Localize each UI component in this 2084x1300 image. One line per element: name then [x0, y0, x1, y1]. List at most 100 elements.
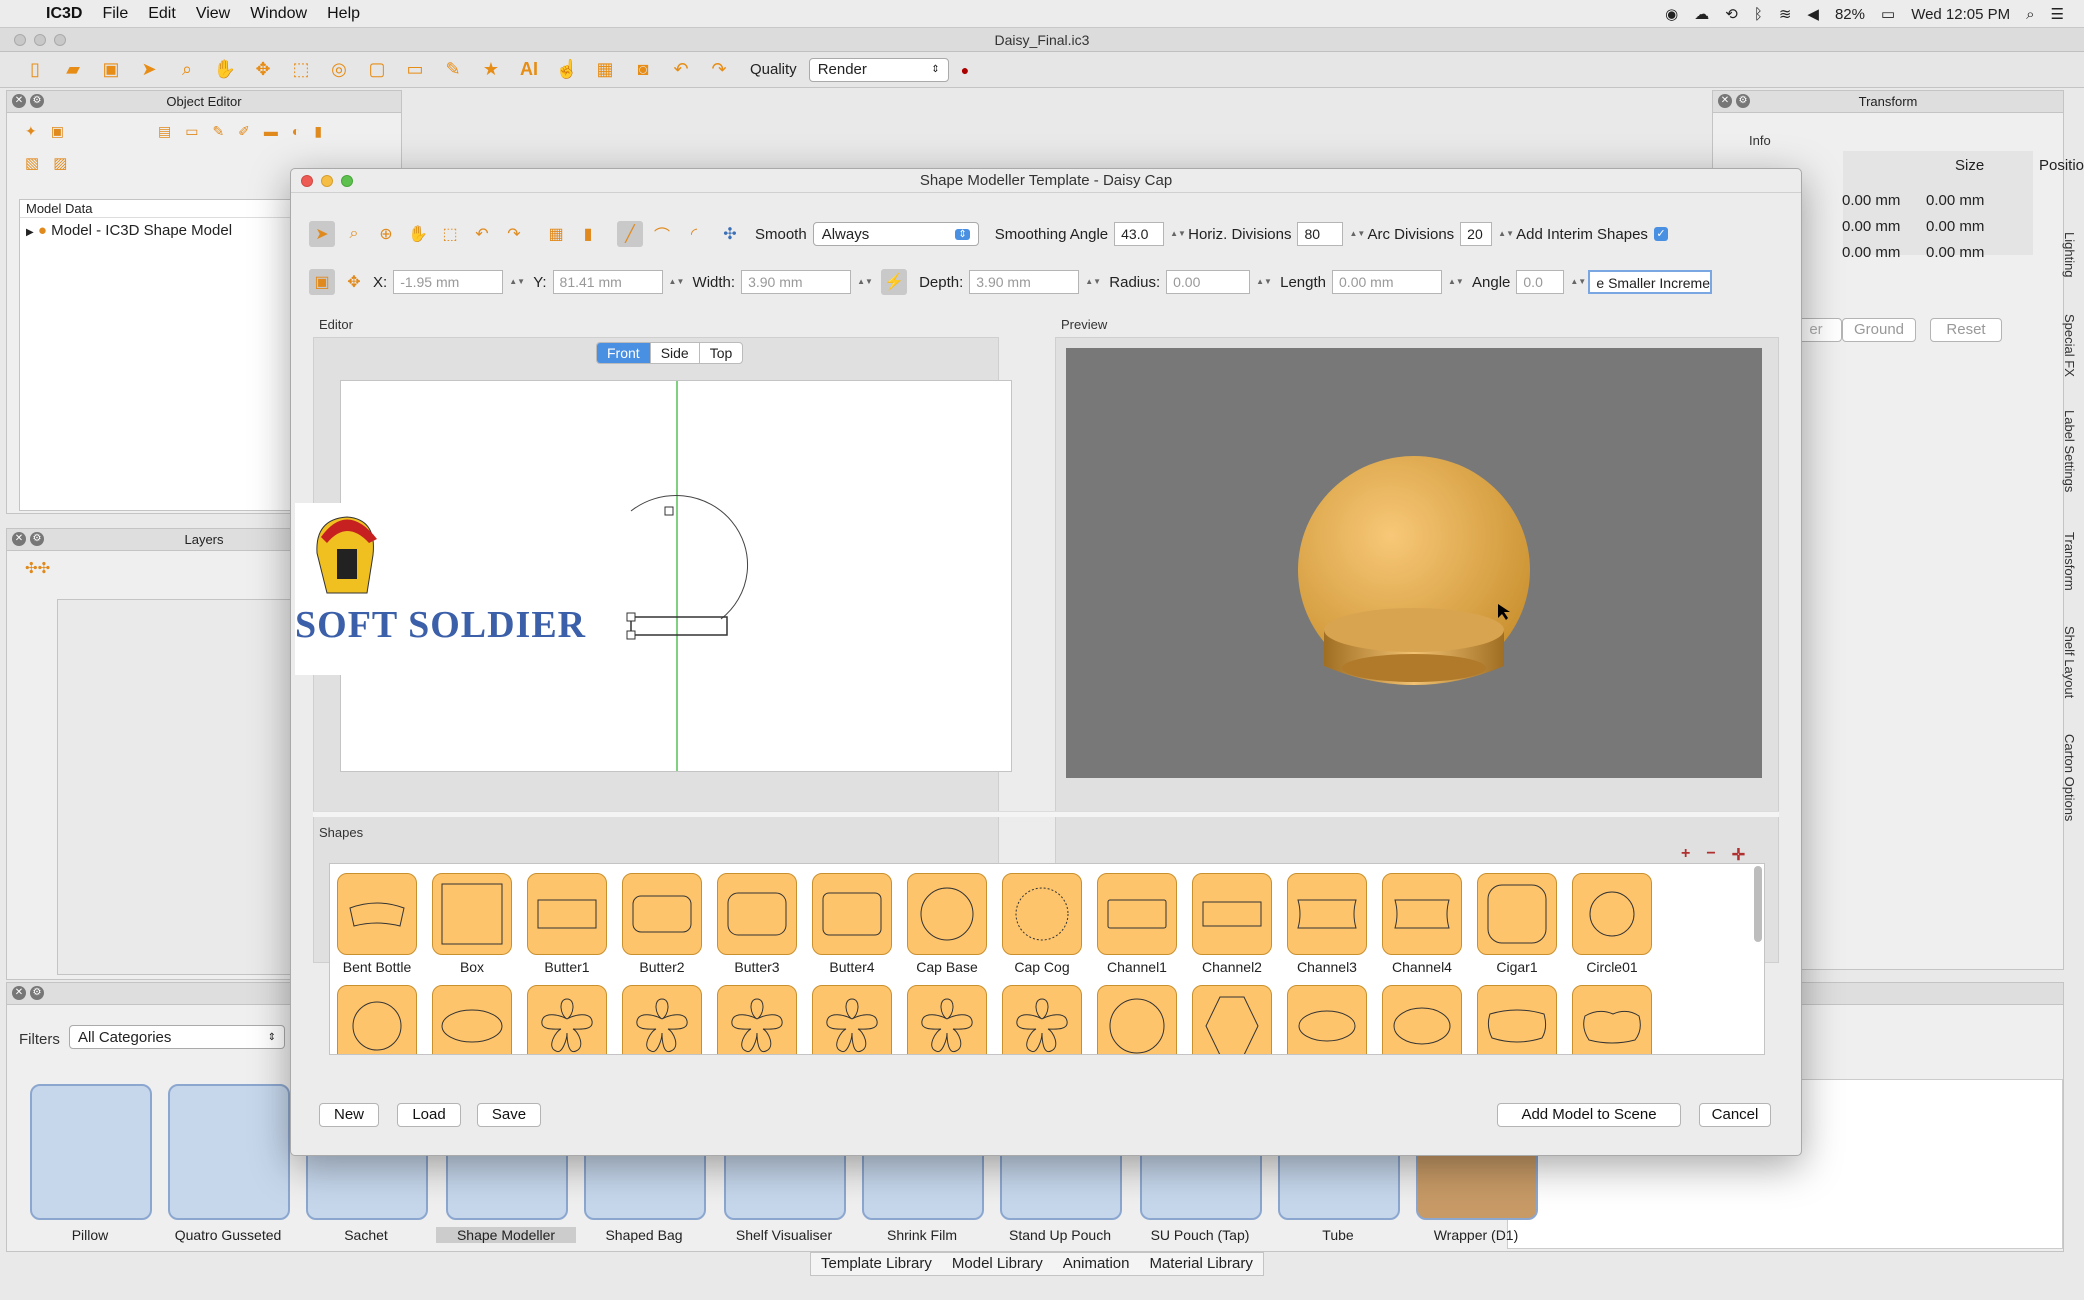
redo-icon[interactable]: ↷	[501, 221, 527, 247]
settings-panel-icon[interactable]: ⚙	[1736, 94, 1750, 108]
record-dot-icon[interactable]: ●	[961, 62, 969, 78]
group-icon[interactable]: ▧	[25, 154, 39, 172]
clock[interactable]: Wed 12:05 PM	[1911, 6, 2010, 23]
shape-tile[interactable]	[1002, 985, 1082, 1054]
horiz-divisions-input[interactable]: 80	[1297, 222, 1344, 246]
close-panel-icon[interactable]: ✕	[12, 94, 26, 108]
zoom-icon[interactable]: ⌕	[174, 57, 200, 83]
star-icon[interactable]: ★	[478, 57, 504, 83]
cloud-icon[interactable]: ☁	[1694, 5, 1709, 23]
edit-label-icon[interactable]: ✎	[440, 57, 466, 83]
undo-icon[interactable]: ↶	[668, 57, 694, 83]
ground-button[interactable]: Ground	[1842, 318, 1916, 342]
tab-side[interactable]: Side	[649, 343, 699, 363]
tab-special-fx[interactable]: Special FX	[2062, 314, 2077, 377]
tool-icon[interactable]: ✐	[238, 123, 250, 140]
settings-panel-icon[interactable]: ⚙	[30, 532, 44, 546]
tab-transform[interactable]: Transform	[2062, 532, 2077, 591]
new-file-icon[interactable]: ▯	[22, 57, 48, 83]
spotlight-icon[interactable]: ⌕	[2026, 6, 2034, 23]
settings-panel-icon[interactable]: ⚙	[30, 986, 44, 1000]
tab-model-library[interactable]: Model Library	[942, 1253, 1053, 1275]
shape-tile-channel3[interactable]	[1287, 873, 1367, 955]
node-edit-icon[interactable]: ▣	[309, 269, 335, 295]
render-image-icon[interactable]: ▦	[592, 57, 618, 83]
scale-icon[interactable]: ⬚	[288, 57, 314, 83]
dialog-close-button[interactable]	[301, 175, 313, 187]
depth-input[interactable]: 3.90 mm	[969, 270, 1080, 294]
shape-tile-channel2[interactable]	[1192, 873, 1272, 955]
smooth-select[interactable]: Always ⇕	[812, 222, 979, 246]
battery-icon[interactable]: ▭	[1881, 5, 1895, 23]
stepper-icon[interactable]: ▲▼	[1170, 222, 1186, 246]
shape-tile-box[interactable]	[432, 873, 512, 955]
zoom-in-icon[interactable]: ⊕	[373, 221, 399, 247]
tab-template-library[interactable]: Template Library	[811, 1253, 942, 1275]
library-tile-pillow[interactable]	[30, 1084, 152, 1220]
arc-tool-icon[interactable]: ◜	[681, 221, 707, 247]
disclosure-triangle-icon[interactable]: ▶	[26, 227, 34, 238]
menu-edit[interactable]: Edit	[148, 5, 176, 23]
reset-button[interactable]: Reset	[1930, 318, 2002, 342]
symmetry-icon[interactable]: ✣	[717, 221, 743, 247]
shape-tile-channel1[interactable]	[1097, 873, 1177, 955]
menu-app[interactable]: IC3D	[46, 5, 82, 23]
select-arrow-icon[interactable]: ➤	[309, 221, 335, 247]
tool-icon[interactable]: ▤	[158, 123, 171, 140]
zoom-window-button[interactable]	[54, 34, 66, 46]
shape-tile-butter4[interactable]	[812, 873, 892, 955]
shape-tile[interactable]	[1477, 985, 1557, 1054]
fit-view-icon[interactable]: ▢	[364, 57, 390, 83]
add-model-to-scene-button[interactable]: Add Model to Scene	[1497, 1103, 1681, 1127]
shape-tile-butter3[interactable]	[717, 873, 797, 955]
menu-view[interactable]: View	[196, 5, 230, 23]
shape-tile-channel4[interactable]	[1382, 873, 1462, 955]
pan-hand-icon[interactable]: ✋	[212, 57, 238, 83]
line-tool-icon[interactable]: ╱	[617, 221, 643, 247]
link-dimensions-icon[interactable]: ⚡	[881, 269, 908, 295]
tab-label-settings[interactable]: Label Settings	[2062, 410, 2077, 492]
shape-options-icon[interactable]: ✛	[1732, 845, 1745, 865]
angle-input[interactable]: 0.0	[1516, 270, 1565, 294]
close-panel-icon[interactable]: ✕	[12, 532, 26, 546]
undo-icon[interactable]: ↶	[469, 221, 495, 247]
select-arrow-icon[interactable]: ➤	[136, 57, 162, 83]
pan-hand-icon[interactable]: ✋	[405, 221, 431, 247]
shape-tile-bent-bottle[interactable]	[337, 873, 417, 955]
ungroup-icon[interactable]: ▨	[53, 154, 67, 172]
close-panel-icon[interactable]: ✕	[1718, 94, 1732, 108]
library-tile-quatro[interactable]	[168, 1084, 290, 1220]
zoom-icon[interactable]: ⌕	[341, 221, 367, 247]
add-shape-icon[interactable]: +	[1681, 845, 1690, 865]
quality-select[interactable]: Render ⇕	[808, 57, 949, 82]
ai-icon[interactable]: AI	[516, 57, 542, 83]
rotate-icon[interactable]: ◎	[326, 57, 352, 83]
menu-file[interactable]: File	[102, 5, 128, 23]
tab-top[interactable]: Top	[698, 343, 743, 363]
minimize-window-button[interactable]	[34, 34, 46, 46]
shape-tile[interactable]	[812, 985, 892, 1054]
smoothing-angle-input[interactable]: 43.0	[1114, 222, 1165, 246]
splitter[interactable]	[313, 811, 1779, 817]
shape-tile-circle01[interactable]	[1572, 873, 1652, 955]
dialog-minimize-button[interactable]	[321, 175, 333, 187]
stepper-icon[interactable]: ▲▼	[1448, 270, 1464, 294]
x-input[interactable]: -1.95 mm	[393, 270, 504, 294]
stepper-icon[interactable]: ▲▼	[857, 270, 873, 294]
stepper-icon[interactable]: ▲▼	[1570, 270, 1586, 294]
shape-tile[interactable]	[527, 985, 607, 1054]
record-icon[interactable]: ◉	[1665, 5, 1678, 23]
tool-icon[interactable]: ▭	[185, 123, 198, 140]
layer-arrows-icon[interactable]: ✣✣	[25, 560, 50, 577]
tool-icon[interactable]: ✎	[212, 123, 224, 140]
tab-lighting[interactable]: Lighting	[2062, 232, 2077, 278]
shape-tile-cap-cog[interactable]	[1002, 873, 1082, 955]
shape-tile[interactable]	[1572, 985, 1652, 1054]
shape-tile-butter2[interactable]	[622, 873, 702, 955]
move-node-icon[interactable]: ✥	[341, 269, 367, 295]
move-icon[interactable]: ✥	[250, 57, 276, 83]
load-button[interactable]: Load	[397, 1103, 461, 1127]
notification-icon[interactable]: ☰	[2051, 5, 2064, 23]
tab-animation[interactable]: Animation	[1053, 1253, 1140, 1275]
save-button[interactable]: Save	[477, 1103, 541, 1127]
